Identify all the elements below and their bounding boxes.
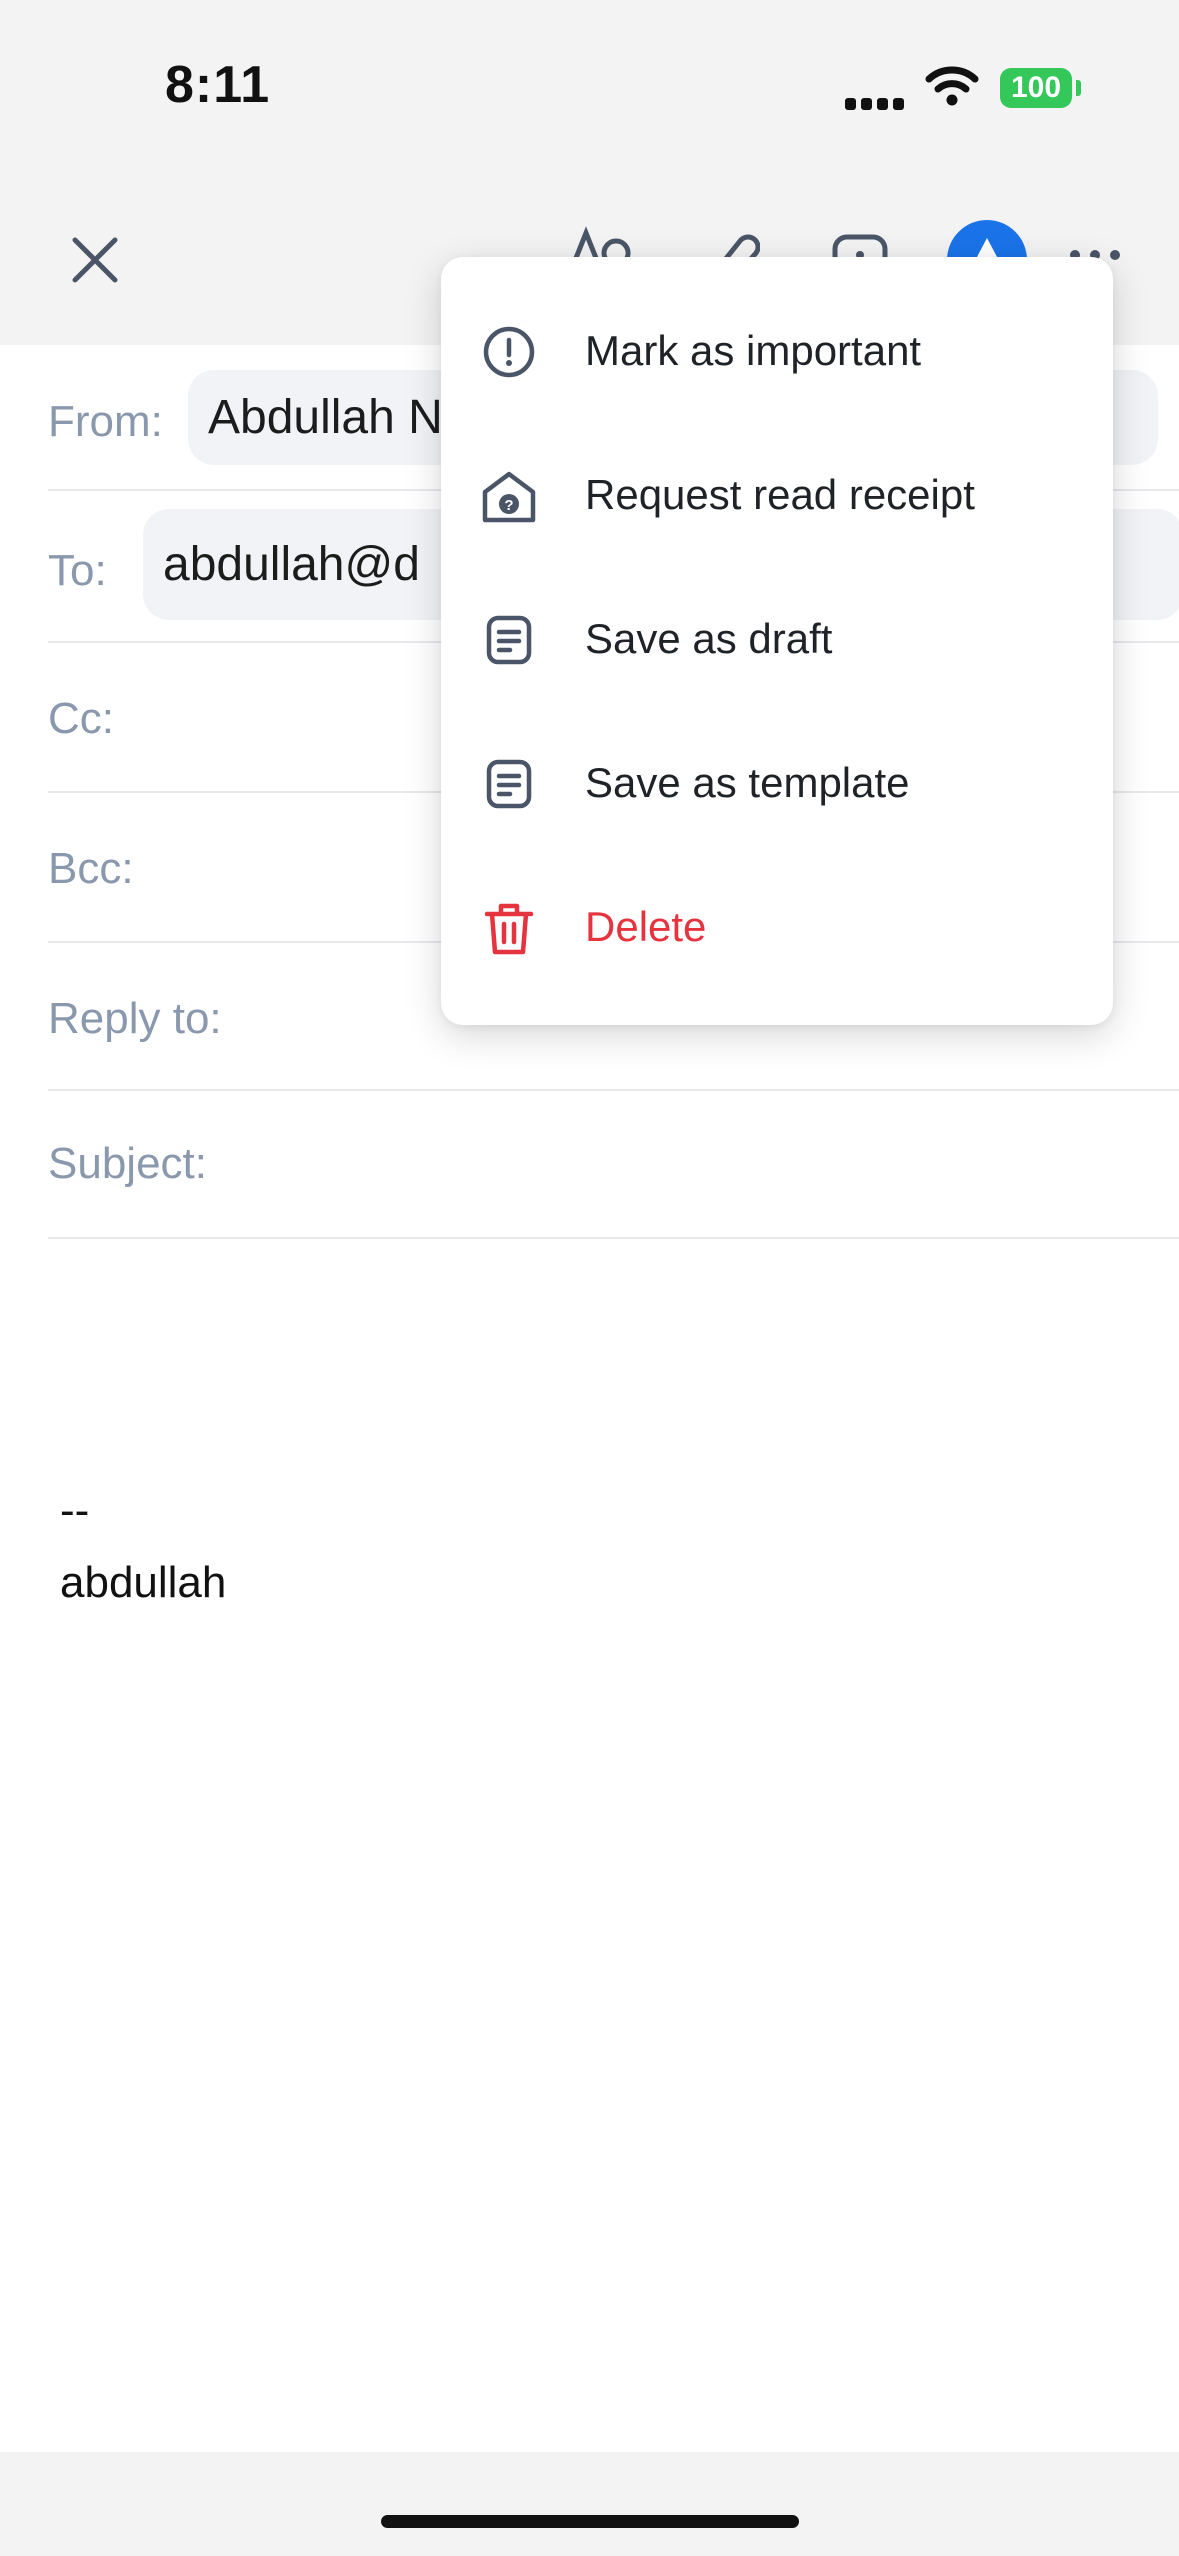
status-time: 8:11 — [165, 56, 271, 114]
document-icon — [486, 759, 532, 809]
menu-item-label: Mark as important — [585, 327, 922, 374]
subject-label: Subject: — [48, 1139, 207, 1188]
signature-name: abdullah — [60, 1558, 227, 1607]
home-indicator[interactable] — [381, 2515, 799, 2528]
menu-item-label: Delete — [585, 903, 707, 950]
cc-label: Cc: — [48, 694, 114, 743]
recipient-email: abdullah@d — [163, 538, 420, 591]
from-label: From: — [48, 397, 163, 446]
envelope-question-icon: ? — [482, 471, 536, 523]
trash-icon — [484, 903, 534, 955]
battery-tip — [1076, 80, 1081, 96]
exclamation-circle-icon — [483, 326, 535, 378]
from-account-name: Abdullah N — [208, 391, 443, 444]
wifi-icon — [925, 66, 979, 106]
subject-row[interactable]: Subject: — [48, 1089, 1179, 1239]
home-indicator-area — [0, 2452, 1179, 2556]
menu-item-label: Request read receipt — [585, 471, 975, 518]
menu-item-read-receipt[interactable]: ? Request read receipt — [441, 431, 1113, 561]
battery-icon: 100 — [1000, 68, 1072, 108]
bcc-label: Bcc: — [48, 844, 134, 893]
close-icon — [72, 237, 118, 283]
more-options-menu: Mark as important? Request read receipt Sa… — [441, 257, 1113, 1025]
menu-item-label: Save as template — [585, 759, 910, 806]
signature-separator: -- — [60, 1486, 90, 1535]
menu-item-delete[interactable]: Delete — [441, 863, 1113, 993]
cellular-signal-icon — [845, 92, 905, 110]
svg-text:?: ? — [504, 497, 513, 514]
reply-to-label: Reply to: — [48, 994, 222, 1043]
menu-item-label: Save as draft — [585, 615, 833, 662]
close-button[interactable] — [60, 225, 130, 295]
menu-item-save-draft[interactable]: Save as draft — [441, 575, 1113, 705]
to-label: To: — [48, 546, 107, 595]
document-icon — [486, 615, 532, 665]
message-body[interactable]: -- abdullah — [60, 1475, 226, 1619]
menu-item-mark-important[interactable]: Mark as important — [441, 287, 1113, 417]
menu-item-save-template[interactable]: Save as template — [441, 719, 1113, 849]
status-bar: 8:11 100 — [0, 0, 1179, 150]
